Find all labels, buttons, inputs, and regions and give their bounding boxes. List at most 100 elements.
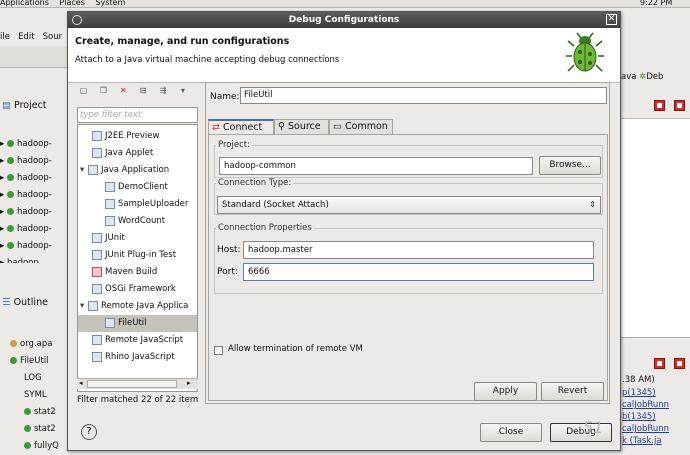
maximize-icon[interactable]: [674, 358, 685, 369]
tree-item-j2ee-preview[interactable]: J2EE Preview: [78, 128, 197, 145]
dropdown-icon: ⇕: [589, 200, 596, 209]
filter-icon[interactable]: ⇶: [158, 85, 169, 96]
view-menu-icon[interactable]: ▾: [177, 85, 188, 96]
tree-item-junit-plugin[interactable]: JUnit Plug-in Test: [78, 247, 197, 264]
stack-link[interactable]: calJobRunn: [622, 399, 669, 411]
method-icon: [24, 442, 31, 449]
watermark: 51: [583, 418, 604, 437]
edit-menu[interactable]: Edit: [18, 32, 34, 42]
allow-termination-checkbox[interactable]: [214, 346, 223, 355]
minimize-icon[interactable]: [654, 100, 665, 111]
scroll-thumb[interactable]: [87, 380, 177, 388]
expand-icon[interactable]: ▾: [80, 298, 88, 315]
tab-source[interactable]: ⚲ Source: [274, 119, 329, 134]
window-menu-icon[interactable]: [72, 15, 82, 25]
tree-item-java-application[interactable]: ▾ Java Application: [78, 162, 197, 179]
host-field[interactable]: hadoop.master: [243, 241, 594, 259]
file-menu[interactable]: ile: [0, 32, 10, 42]
dialog-title: Debug Configurations: [288, 15, 400, 25]
tree-item-junit[interactable]: JUnit: [78, 230, 197, 247]
project-icon: [6, 174, 14, 181]
scroll-left-icon[interactable]: ◂: [79, 379, 83, 387]
minimize-icon[interactable]: [654, 358, 665, 369]
project-field[interactable]: hadoop-common: [219, 157, 533, 175]
delete-icon[interactable]: ✕: [118, 85, 129, 96]
project-icon: [6, 140, 14, 147]
connection-props-label: Connection Properties: [216, 223, 314, 233]
outline-item[interactable]: SYML: [10, 387, 59, 404]
project-list: ▸ hadoop- ▸ hadoop- ▸ hadoop- ▸ hadoop- …: [0, 136, 68, 263]
places-menu[interactable]: Places: [59, 0, 84, 7]
tab-common[interactable]: ▭ Common: [329, 119, 393, 134]
outline-item[interactable]: stat2: [10, 404, 59, 421]
tree-item-rhino-javascript[interactable]: Rhino JavaScript: [78, 349, 197, 366]
help-icon[interactable]: ?: [81, 424, 97, 440]
project-icon: [6, 208, 14, 215]
browse-button[interactable]: Browse...: [539, 156, 601, 175]
outline-item[interactable]: stat2: [10, 421, 59, 438]
editor-area: [621, 138, 690, 338]
apply-button[interactable]: Apply: [474, 382, 537, 401]
allow-termination-label: Allow termination of remote VM: [228, 344, 363, 354]
tree-item-democlient[interactable]: DemoClient: [78, 179, 197, 196]
close-button[interactable]: Close: [480, 423, 542, 442]
debug-bug-icon: [566, 32, 604, 72]
stack-link[interactable]: calJobRunn: [622, 423, 669, 435]
tree-item-remote-javascript[interactable]: Remote JavaScript: [78, 332, 197, 349]
perspective-bar: ava ✲Deb: [621, 72, 663, 82]
name-field[interactable]: FileUtil: [240, 87, 607, 104]
java-perspective[interactable]: ava: [621, 72, 636, 82]
connect-icon: ⇄: [212, 122, 220, 133]
filter-input[interactable]: type filter text: [77, 107, 198, 123]
tree-item-fileutil[interactable]: FileUtil: [78, 315, 197, 332]
expand-icon[interactable]: ▾: [80, 162, 88, 179]
outline-item[interactable]: LOG: [10, 370, 59, 387]
tree-item-wordcount[interactable]: WordCount: [78, 213, 197, 230]
connection-type-group: Connection Type: Standard (Socket Attach…: [214, 178, 603, 215]
stack-link[interactable]: b(1345): [622, 411, 669, 423]
method-icon: [24, 408, 31, 415]
connect-tab-body: Project: hadoop-common Browse... Connect…: [208, 134, 608, 401]
project-item[interactable]: ▸ hadoop-: [0, 153, 68, 170]
stack-link[interactable]: p(1345): [622, 387, 669, 399]
outline-item[interactable]: FileUtil: [10, 353, 59, 370]
duplicate-icon[interactable]: ❐: [98, 85, 109, 96]
revert-button[interactable]: Revert: [541, 382, 604, 401]
stack-link[interactable]: k (Task.ja: [622, 435, 669, 447]
project-icon: [6, 225, 14, 232]
close-window-icon[interactable]: ✕: [606, 14, 617, 25]
applications-menu[interactable]: Applications: [0, 0, 49, 7]
connection-type-select[interactable]: Standard (Socket Attach) ⇕: [217, 196, 601, 214]
project-item[interactable]: ▸ hadoop: [0, 255, 68, 263]
project-icon: [6, 157, 14, 164]
config-toolbar: ▢ ❐ ✕ ⊟ ⇶ ▾: [78, 85, 198, 99]
tree-item-osgi-framework[interactable]: OSGi Framework: [78, 281, 197, 298]
name-label: Name:: [210, 92, 240, 102]
debug-perspective[interactable]: Deb: [646, 72, 663, 82]
outline-tab[interactable]: ☰ Outline: [2, 297, 48, 308]
project-item[interactable]: ▸ hadoop-: [0, 170, 68, 187]
project-item[interactable]: ▸ hadoop-: [0, 204, 68, 221]
project-item[interactable]: ▸ hadoop-: [0, 238, 68, 255]
project-explorer-tab[interactable]: ▤ Project: [2, 100, 47, 111]
project-item[interactable]: ▸ hadoop-: [0, 221, 68, 238]
new-config-icon[interactable]: ▢: [78, 85, 89, 96]
tree-item-remote-java-application[interactable]: ▾ Remote Java Applica: [78, 298, 197, 315]
maximize-icon[interactable]: [674, 100, 685, 111]
tree-item-maven-build[interactable]: Maven Build: [78, 264, 197, 281]
outline-item[interactable]: org.apa: [10, 336, 59, 353]
source-menu[interactable]: Sour: [43, 32, 62, 42]
port-field[interactable]: 6666: [243, 263, 594, 281]
maven-icon: [92, 266, 102, 277]
tree-item-sampleuploader[interactable]: SampleUploader: [78, 196, 197, 213]
project-item[interactable]: ▸ hadoop-: [0, 136, 68, 153]
project-item[interactable]: ▸ hadoop-: [0, 187, 68, 204]
collapse-all-icon[interactable]: ⊟: [138, 85, 149, 96]
dialog-titlebar[interactable]: Debug Configurations ✕: [68, 12, 620, 28]
system-menu[interactable]: System: [95, 0, 125, 7]
tree-horizontal-scrollbar[interactable]: ◂ ▸: [77, 378, 198, 389]
outline-item[interactable]: fullyQ: [10, 438, 59, 455]
tree-item-java-applet[interactable]: Java Applet: [78, 145, 197, 162]
scroll-right-icon[interactable]: ▸: [187, 379, 191, 387]
tab-connect[interactable]: ⇄ Connect: [208, 119, 274, 134]
